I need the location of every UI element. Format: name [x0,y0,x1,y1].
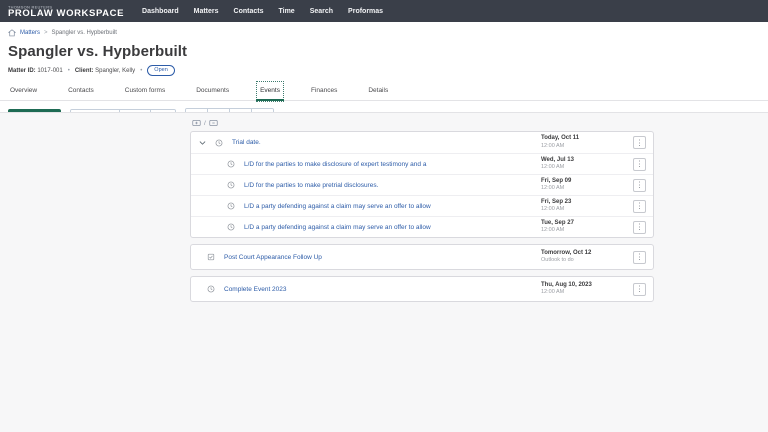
client-value: Spangler, Kelly [95,68,135,74]
kebab-icon: ⋮ [636,139,644,147]
top-nav: THOMSON REUTERS PROLAW WORKSPACE Dashboa… [0,0,768,22]
kebab-icon: ⋮ [636,160,644,168]
clock-icon [213,139,225,147]
breadcrumb-current: Spangler vs. Hypberbuilt [52,30,117,36]
event-date: Wed, Jul 13 [541,157,633,165]
kebab-icon: ⋮ [636,223,644,231]
event-datetime: Thu, Aug 10, 2023 12:00 AM [541,282,633,296]
tab-details[interactable]: Details [366,83,390,100]
kebab-icon: ⋮ [636,285,644,293]
row-menu-button[interactable]: ⋮ [633,158,646,171]
row-menu-button[interactable]: ⋮ [633,200,646,213]
event-date: Fri, Sep 09 [541,178,633,186]
events-content: / Trial date. Today, Oct 11 12:00 AM ⋮ [0,112,768,432]
event-row: Complete Event 2023 Thu, Aug 10, 2023 12… [191,277,653,301]
breadcrumb-separator: > [44,30,48,36]
chevron-down-icon[interactable] [191,140,213,146]
event-date: Tomorrow, Oct 12 [541,250,633,258]
event-time: 12:00 AM [541,289,633,296]
kebab-icon: ⋮ [636,181,644,189]
tab-events[interactable]: Events [258,83,282,100]
breadcrumb: Matters > Spangler vs. Hypberbuilt [0,22,768,40]
nav-item-time[interactable]: Time [278,5,294,18]
event-datetime: Fri, Sep 09 12:00 AM [541,178,633,192]
event-time: 12:00 AM [541,143,633,150]
kebab-icon: ⋮ [636,253,644,261]
event-date: Tue, Sep 27 [541,220,633,228]
kebab-icon: ⋮ [636,202,644,210]
clock-icon [225,202,237,210]
toggle-separator: / [204,120,206,127]
brand-prolaw-workspace: PROLAW WORKSPACE [8,9,124,19]
event-link[interactable]: L/D a party defending against a claim ma… [244,224,541,231]
event-link[interactable]: L/D a party defending against a claim ma… [244,203,541,210]
event-time: 12:00 AM [541,206,633,213]
event-time: 12:00 AM [541,185,633,192]
event-time: 12:00 AM [541,164,633,171]
client-label: Client: [75,68,94,74]
event-row: Post Court Appearance Follow Up Tomorrow… [191,245,653,269]
event-child-row: L/D for the parties to make disclosure o… [191,153,653,174]
expand-collapse-toggle: / [190,118,654,131]
event-group-card: Trial date. Today, Oct 11 12:00 AM ⋮ L/D… [190,131,654,238]
prolaw-logo[interactable]: THOMSON REUTERS PROLAW WORKSPACE [8,4,124,19]
clock-icon [225,160,237,168]
row-menu-button[interactable]: ⋮ [633,283,646,296]
events-list: / Trial date. Today, Oct 11 12:00 AM ⋮ [190,113,654,302]
clock-icon [205,285,217,293]
event-link[interactable]: Post Court Appearance Follow Up [224,254,541,261]
event-date: Fri, Sep 23 [541,199,633,207]
collapse-all-icon[interactable] [209,119,218,127]
event-time: 12:00 AM [541,227,633,234]
event-child-row: L/D for the parties to make pretrial dis… [191,174,653,195]
nav-item-matters[interactable]: Matters [194,5,219,18]
event-card: Complete Event 2023 Thu, Aug 10, 2023 12… [190,276,654,302]
clock-icon [225,181,237,189]
nav-item-proformas[interactable]: Proformas [348,5,383,18]
event-link[interactable]: Complete Event 2023 [224,286,541,293]
matter-id-value: 1017-001 [37,68,62,74]
tab-finances[interactable]: Finances [309,83,339,100]
tab-contacts[interactable]: Contacts [66,83,96,100]
nav-menu: Dashboard Matters Contacts Time Search P… [142,5,383,18]
event-child-row: L/D a party defending against a claim ma… [191,195,653,216]
tab-overview[interactable]: Overview [8,83,39,100]
page-title: Spangler vs. Hypberbuilt [0,40,768,65]
event-group-header-row: Trial date. Today, Oct 11 12:00 AM ⋮ [191,132,653,153]
matter-tabs: Overview Contacts Custom forms Documents… [0,83,768,101]
nav-item-search[interactable]: Search [310,5,333,18]
event-time: Outlook to do [541,257,633,264]
matter-meta: Matter ID: 1017-001 • Client: Spangler, … [0,65,768,83]
clock-icon [225,223,237,231]
event-datetime: Tue, Sep 27 12:00 AM [541,220,633,234]
home-icon[interactable] [8,29,16,37]
row-menu-button[interactable]: ⋮ [633,136,646,149]
row-menu-button[interactable]: ⋮ [633,251,646,264]
tab-documents[interactable]: Documents [194,83,231,100]
expand-all-icon[interactable] [192,119,201,127]
task-check-icon [205,253,217,261]
breadcrumb-matters-link[interactable]: Matters [20,30,40,36]
event-link[interactable]: Trial date. [232,139,541,146]
tab-custom-forms[interactable]: Custom forms [123,83,167,100]
status-badge[interactable]: Open [147,65,174,76]
row-menu-button[interactable]: ⋮ [633,179,646,192]
event-child-row: L/D a party defending against a claim ma… [191,216,653,237]
event-datetime: Wed, Jul 13 12:00 AM [541,157,633,171]
brand-thomson-reuters: THOMSON REUTERS [8,6,85,10]
nav-item-dashboard[interactable]: Dashboard [142,5,179,18]
dot-separator: • [140,68,142,74]
nav-item-contacts[interactable]: Contacts [234,5,264,18]
event-date: Thu, Aug 10, 2023 [541,282,633,290]
event-datetime: Fri, Sep 23 12:00 AM [541,199,633,213]
event-date: Today, Oct 11 [541,135,633,143]
event-card: Post Court Appearance Follow Up Tomorrow… [190,244,654,270]
dot-separator: • [68,68,70,74]
matter-id-label: Matter ID: [8,68,36,74]
event-link[interactable]: L/D for the parties to make disclosure o… [244,161,541,168]
event-link[interactable]: L/D for the parties to make pretrial dis… [244,182,541,189]
event-datetime: Today, Oct 11 12:00 AM [541,135,633,149]
row-menu-button[interactable]: ⋮ [633,221,646,234]
event-datetime: Tomorrow, Oct 12 Outlook to do [541,250,633,264]
